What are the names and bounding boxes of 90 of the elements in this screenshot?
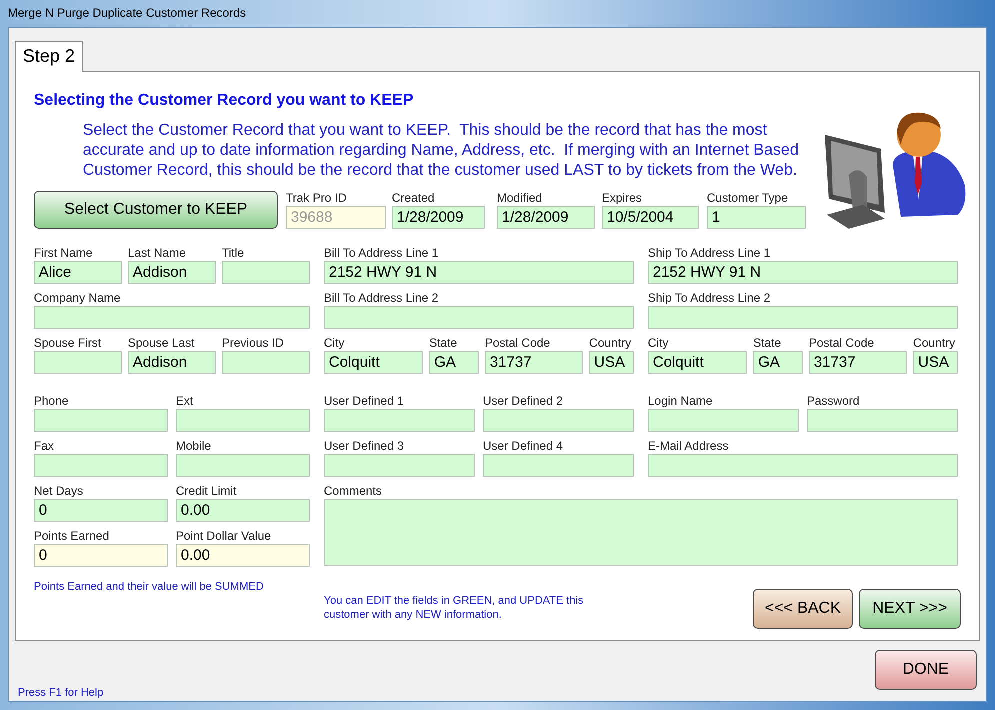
field-label: Expires — [602, 190, 644, 206]
text-field[interactable]: 2152 HWY 91 N — [324, 260, 634, 284]
done-button[interactable]: DONE — [875, 650, 977, 690]
field-label: Credit Limit — [176, 484, 238, 498]
field-label: Bill To Address Line 2 — [324, 290, 440, 306]
field-label: Country — [913, 336, 956, 350]
field-label: Point Dollar Value — [176, 528, 272, 544]
field-label: City — [648, 336, 670, 350]
text-field[interactable] — [483, 408, 634, 432]
text-field[interactable]: 1/28/2009 — [497, 206, 595, 228]
text-field[interactable]: Colquitt — [648, 350, 748, 374]
text-field[interactable] — [34, 408, 168, 432]
points-note: Points Earned and their value will be SUMMED — [34, 580, 265, 594]
field-label: Spouse First — [34, 336, 102, 350]
window-title: Merge N Purge Duplicate Customer Records — [8, 5, 246, 22]
tab[interactable]: Step 2 — [15, 40, 84, 72]
field-label: Customer Type — [707, 190, 790, 206]
text-field[interactable] — [807, 408, 958, 432]
field-label: Company Name — [34, 290, 122, 306]
text-field[interactable] — [176, 408, 310, 432]
field-label: Trak Pro ID — [286, 190, 348, 206]
instructions-text: Select the Customer Record that you want to KEEP. This should be the record that has the most accurate and up to date information regarding Name, Address, etc. If merging with an Internet Based Customer Record, this should be the record that the customer used LAST to by tickets from the Web. — [83, 120, 800, 180]
next-button[interactable]: NEXT >>> — [859, 588, 961, 628]
text-field[interactable] — [648, 454, 958, 476]
field-label: State — [429, 336, 458, 350]
field-label: Fax — [34, 438, 56, 454]
section-heading: Selecting the Customer Record you want to KEEP — [34, 90, 415, 110]
text-field[interactable]: 0.00 — [176, 544, 310, 566]
text-field[interactable]: Colquitt — [324, 350, 424, 374]
field-label: Comments — [324, 484, 384, 498]
field-label: Postal Code — [484, 336, 552, 350]
text-field[interactable]: 0.00 — [176, 498, 310, 522]
edit-note: You can EDIT the fields in GREEN, and UPDATE this customer with any NEW information. — [324, 594, 585, 622]
field-label: Previous ID — [222, 336, 286, 350]
field-label: Bill To Address Line 1 — [324, 246, 440, 260]
select-customer-button[interactable]: Select Customer to KEEP — [34, 190, 278, 228]
text-field[interactable]: 10/5/2004 — [602, 206, 699, 228]
field-label: Mobile — [176, 438, 212, 454]
text-field[interactable]: 1/28/2009 — [392, 206, 485, 228]
text-field[interactable] — [648, 408, 799, 432]
field-label: Created — [392, 190, 436, 206]
field-label: Spouse Last — [128, 336, 196, 350]
text-field[interactable]: Addison — [128, 350, 216, 374]
field-label: Points Earned — [34, 528, 110, 544]
field-label: Country — [589, 336, 632, 350]
text-field[interactable]: Addison — [128, 260, 216, 284]
field-label: Postal Code — [808, 336, 876, 350]
field-label: Modified — [497, 190, 544, 206]
field-label: Ship To Address Line 1 — [648, 246, 772, 260]
text-field[interactable] — [324, 408, 475, 432]
text-field[interactable] — [176, 454, 310, 476]
text-field[interactable]: GA — [429, 350, 479, 374]
field-label: E-Mail Address — [648, 438, 730, 454]
field-label: User Defined 3 — [324, 438, 406, 454]
field-label: Password — [807, 394, 861, 408]
field-label: Net Days — [34, 484, 84, 498]
field-label: City — [324, 336, 346, 350]
text-field[interactable] — [34, 350, 122, 374]
text-field[interactable]: 31737 — [484, 350, 584, 374]
field-label: Title — [222, 246, 246, 260]
field-label: Last Name — [128, 246, 188, 260]
text-field[interactable]: GA — [753, 350, 803, 374]
text-field[interactable]: 31737 — [808, 350, 908, 374]
text-field[interactable]: USA — [913, 350, 958, 374]
text-field[interactable]: 0 — [34, 498, 168, 522]
text-field[interactable]: USA — [589, 350, 634, 374]
text-field[interactable] — [324, 498, 958, 566]
field-label: Ext — [176, 394, 194, 408]
field-label: State — [753, 336, 782, 350]
field-label: Ship To Address Line 2 — [648, 290, 772, 306]
text-field[interactable]: 2152 HWY 91 N — [648, 260, 958, 284]
back-button[interactable]: <<< BACK — [753, 588, 853, 628]
text-field[interactable] — [483, 454, 634, 476]
text-field[interactable] — [222, 350, 310, 374]
field-label: User Defined 1 — [324, 394, 406, 408]
text-field[interactable] — [222, 260, 310, 284]
text-field[interactable]: 0 — [34, 544, 168, 566]
field-label: Phone — [34, 394, 70, 408]
text-field[interactable] — [324, 306, 634, 328]
text-field[interactable]: Alice — [34, 260, 122, 284]
field-label: User Defined 4 — [483, 438, 564, 454]
field-label: First Name — [34, 246, 94, 260]
text-field[interactable] — [648, 306, 958, 328]
field-label: User Defined 2 — [483, 394, 564, 408]
text-field[interactable] — [34, 454, 168, 476]
text-field[interactable]: 1 — [707, 206, 806, 228]
text-field[interactable] — [324, 454, 475, 476]
help-hint: Press F1 for Help — [18, 686, 104, 700]
text-field[interactable] — [34, 306, 310, 328]
field-label: Login Name — [648, 394, 714, 408]
